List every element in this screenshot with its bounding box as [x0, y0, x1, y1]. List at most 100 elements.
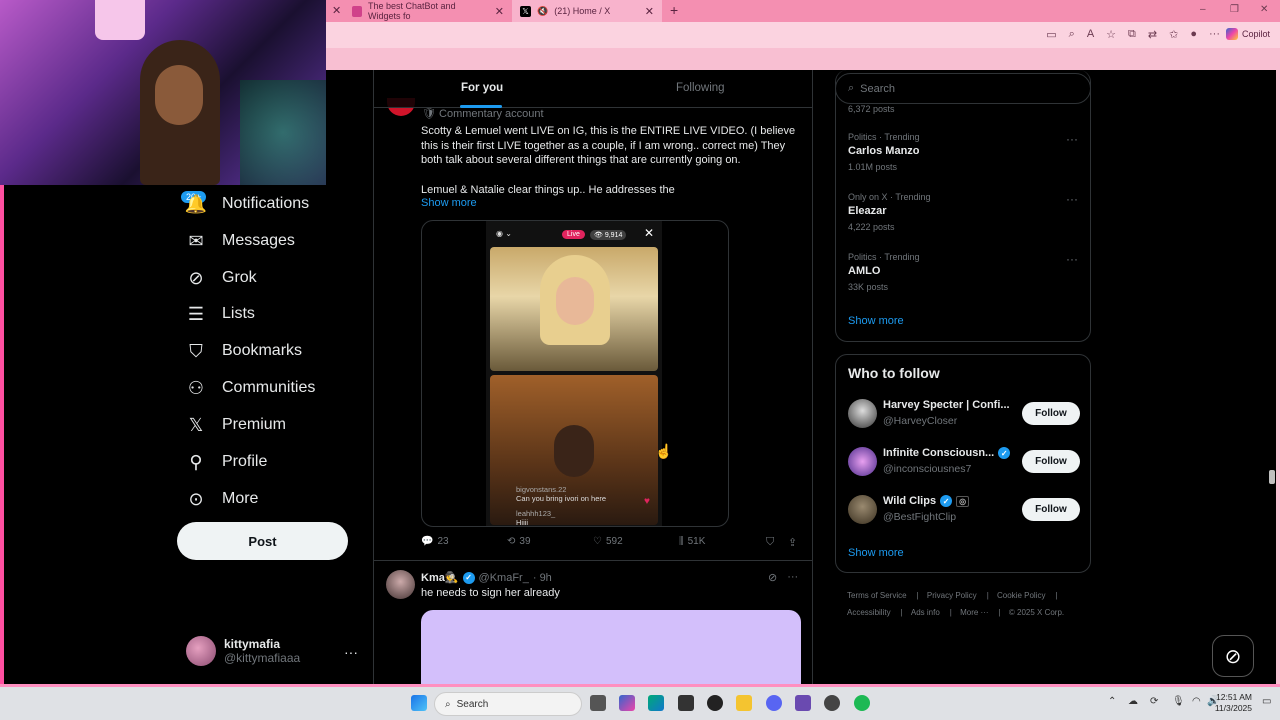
- footer-accessibility-link[interactable]: Accessibility: [847, 608, 891, 617]
- copilot-app-icon[interactable]: [619, 695, 635, 711]
- copilot-button[interactable]: Copilot: [1225, 28, 1270, 40]
- timeline-tabs: For you Following: [374, 70, 812, 108]
- share-icon[interactable]: ⇪: [788, 536, 797, 549]
- close-window-button[interactable]: ✕: [1260, 4, 1268, 15]
- nav-lists[interactable]: ☰ Lists: [186, 304, 255, 324]
- split-screen-icon[interactable]: ⇄: [1148, 28, 1157, 41]
- footer-cookie-link[interactable]: Cookie Policy: [997, 591, 1045, 600]
- restore-button[interactable]: ❐: [1230, 4, 1239, 15]
- x-logo-icon: 𝕏: [188, 414, 204, 435]
- follow-suggestion[interactable]: Infinite Consciousn... ✓ @inconsciousnes7…: [848, 447, 1080, 481]
- file-explorer-icon[interactable]: [736, 695, 752, 711]
- extensions-icon[interactable]: ⧉: [1128, 28, 1136, 41]
- nav-bookmarks[interactable]: ⛉ Bookmarks: [186, 341, 302, 361]
- follow-suggestion[interactable]: Wild Clips ✓ ◎ @BestFightClip Follow: [848, 495, 1080, 529]
- trend-item[interactable]: Politics · Trending AMLO 33K posts: [848, 252, 920, 292]
- notification-center-icon[interactable]: ▭: [1262, 696, 1271, 707]
- reply-button[interactable]: 💬 23: [421, 536, 449, 547]
- nav-premium[interactable]: 𝕏 Premium: [186, 415, 286, 435]
- trend-more-icon[interactable]: ···: [1066, 192, 1078, 206]
- new-tab-button[interactable]: +: [670, 2, 678, 18]
- follow-suggestion[interactable]: Harvey Specter | Confi... @HarveyCloser …: [848, 399, 1080, 433]
- settings-icon[interactable]: [824, 695, 840, 711]
- close-icon[interactable]: ✕: [332, 4, 341, 17]
- list-icon: ☰: [187, 303, 205, 324]
- read-aloud-icon[interactable]: A: [1087, 28, 1094, 41]
- grok-floating-button[interactable]: ⊘: [1212, 635, 1254, 677]
- minimize-button[interactable]: –: [1200, 4, 1206, 15]
- app-icon[interactable]: [795, 695, 811, 711]
- microphone-icon[interactable]: 🎙: [1172, 696, 1185, 707]
- post-image[interactable]: [421, 610, 801, 684]
- reader-icon[interactable]: ▭: [1046, 28, 1056, 41]
- nav-grok[interactable]: ⊘ Grok: [186, 268, 256, 288]
- follow-button[interactable]: Follow: [1022, 450, 1080, 473]
- grok-icon[interactable]: ⊘: [768, 571, 777, 584]
- trend-more-icon[interactable]: ···: [1066, 252, 1078, 266]
- post-video[interactable]: ◉ ⌄ Live 👁 9,914 ✕ bigvonstans.22 Can yo…: [421, 220, 729, 527]
- tab-following[interactable]: Following: [676, 82, 725, 94]
- follow-show-more-link[interactable]: Show more: [848, 547, 904, 559]
- post-author-avatar[interactable]: [386, 570, 415, 599]
- views-button[interactable]: ⫼ 51K: [679, 536, 705, 547]
- tab-for-you[interactable]: For you: [461, 82, 503, 94]
- taskbar-search[interactable]: ⌕ Search: [434, 692, 582, 716]
- avatar: [848, 495, 877, 524]
- close-tab-icon[interactable]: ✕: [495, 5, 504, 18]
- tray-overflow-icon[interactable]: ⌃: [1108, 696, 1116, 707]
- post-author[interactable]: Kma🕵 ✓ @KmaFr_ · 9h: [421, 571, 552, 584]
- footer-more-link[interactable]: More ···: [960, 608, 988, 617]
- heart-icon: ♡: [593, 536, 602, 547]
- store-icon[interactable]: [678, 695, 694, 711]
- sync-icon[interactable]: ⟳: [1150, 696, 1158, 707]
- discord-icon[interactable]: [766, 695, 782, 711]
- nav-label: Notifications: [222, 195, 310, 212]
- spotify-icon[interactable]: [854, 695, 870, 711]
- trend-item[interactable]: Politics · Trending Carlos Manzo 1.01M p…: [848, 132, 920, 172]
- bookmark-icon[interactable]: ⛉: [766, 536, 774, 549]
- scrollbar-thumb[interactable]: [1269, 470, 1275, 484]
- task-view-icon[interactable]: [590, 695, 606, 711]
- edge-icon[interactable]: [648, 695, 664, 711]
- browser-tab-x-home[interactable]: 𝕏 🔇 (21) Home / X ✕: [512, 0, 662, 22]
- nav-messages[interactable]: ✉ Messages: [186, 231, 294, 251]
- account-switcher[interactable]: kittymafia @kittymafiaaa: [186, 636, 300, 666]
- footer-privacy-link[interactable]: Privacy Policy: [927, 591, 977, 600]
- search-icon: ⌕: [848, 82, 855, 94]
- show-more-link[interactable]: Show more: [421, 197, 477, 209]
- app-icon[interactable]: [707, 695, 723, 711]
- footer-terms-link[interactable]: Terms of Service: [847, 591, 907, 600]
- follow-button[interactable]: Follow: [1022, 402, 1080, 425]
- nav-notifications[interactable]: 🔔 Notifications: [184, 193, 310, 214]
- trend-more-icon[interactable]: ···: [1066, 132, 1078, 146]
- trend-item[interactable]: Only on X · Trending Eleazar 4,222 posts: [848, 192, 931, 232]
- footer-ads-link[interactable]: Ads info: [911, 608, 940, 617]
- account-more-icon[interactable]: ···: [344, 644, 358, 660]
- wifi-icon[interactable]: ◠: [1192, 696, 1201, 707]
- search-input[interactable]: ⌕ Search: [835, 73, 1091, 104]
- trends-show-more-link[interactable]: Show more: [848, 315, 904, 327]
- trend-posts: 1.01M posts: [848, 162, 898, 172]
- bell-icon: 🔔: [184, 193, 208, 214]
- favorites-icon[interactable]: ✩: [1169, 28, 1178, 41]
- mute-icon[interactable]: 🔇: [537, 6, 548, 17]
- browser-tab-chatbot[interactable]: The best ChatBot and Widgets fo ✕: [344, 0, 512, 22]
- trend-posts: 4,222 posts: [848, 222, 895, 232]
- zoom-icon[interactable]: ⌕: [1069, 28, 1075, 41]
- nav-more[interactable]: ⊙ More: [186, 489, 258, 509]
- more-icon[interactable]: ···: [787, 571, 798, 584]
- favorite-star-icon[interactable]: ☆: [1106, 28, 1116, 41]
- onedrive-icon[interactable]: ☁: [1128, 696, 1138, 707]
- taskbar-clock[interactable]: 12:51 AM 11/3/2025: [1215, 692, 1252, 714]
- windows-start-icon[interactable]: [411, 695, 427, 711]
- profile-avatar-icon[interactable]: ●: [1190, 28, 1197, 41]
- like-button[interactable]: ♡ 592: [593, 536, 623, 547]
- settings-more-icon[interactable]: ···: [1209, 28, 1220, 41]
- nav-profile[interactable]: ⚲ Profile: [186, 452, 267, 472]
- follow-button[interactable]: Follow: [1022, 498, 1080, 521]
- post-button[interactable]: Post: [177, 522, 348, 560]
- close-tab-icon[interactable]: ✕: [645, 5, 654, 18]
- repost-button[interactable]: ⟲ 39: [507, 536, 531, 547]
- nav-communities[interactable]: ⚇ Communities: [186, 378, 315, 398]
- post-text-para1: Scotty & Lemuel went LIVE on IG, this is…: [421, 125, 796, 166]
